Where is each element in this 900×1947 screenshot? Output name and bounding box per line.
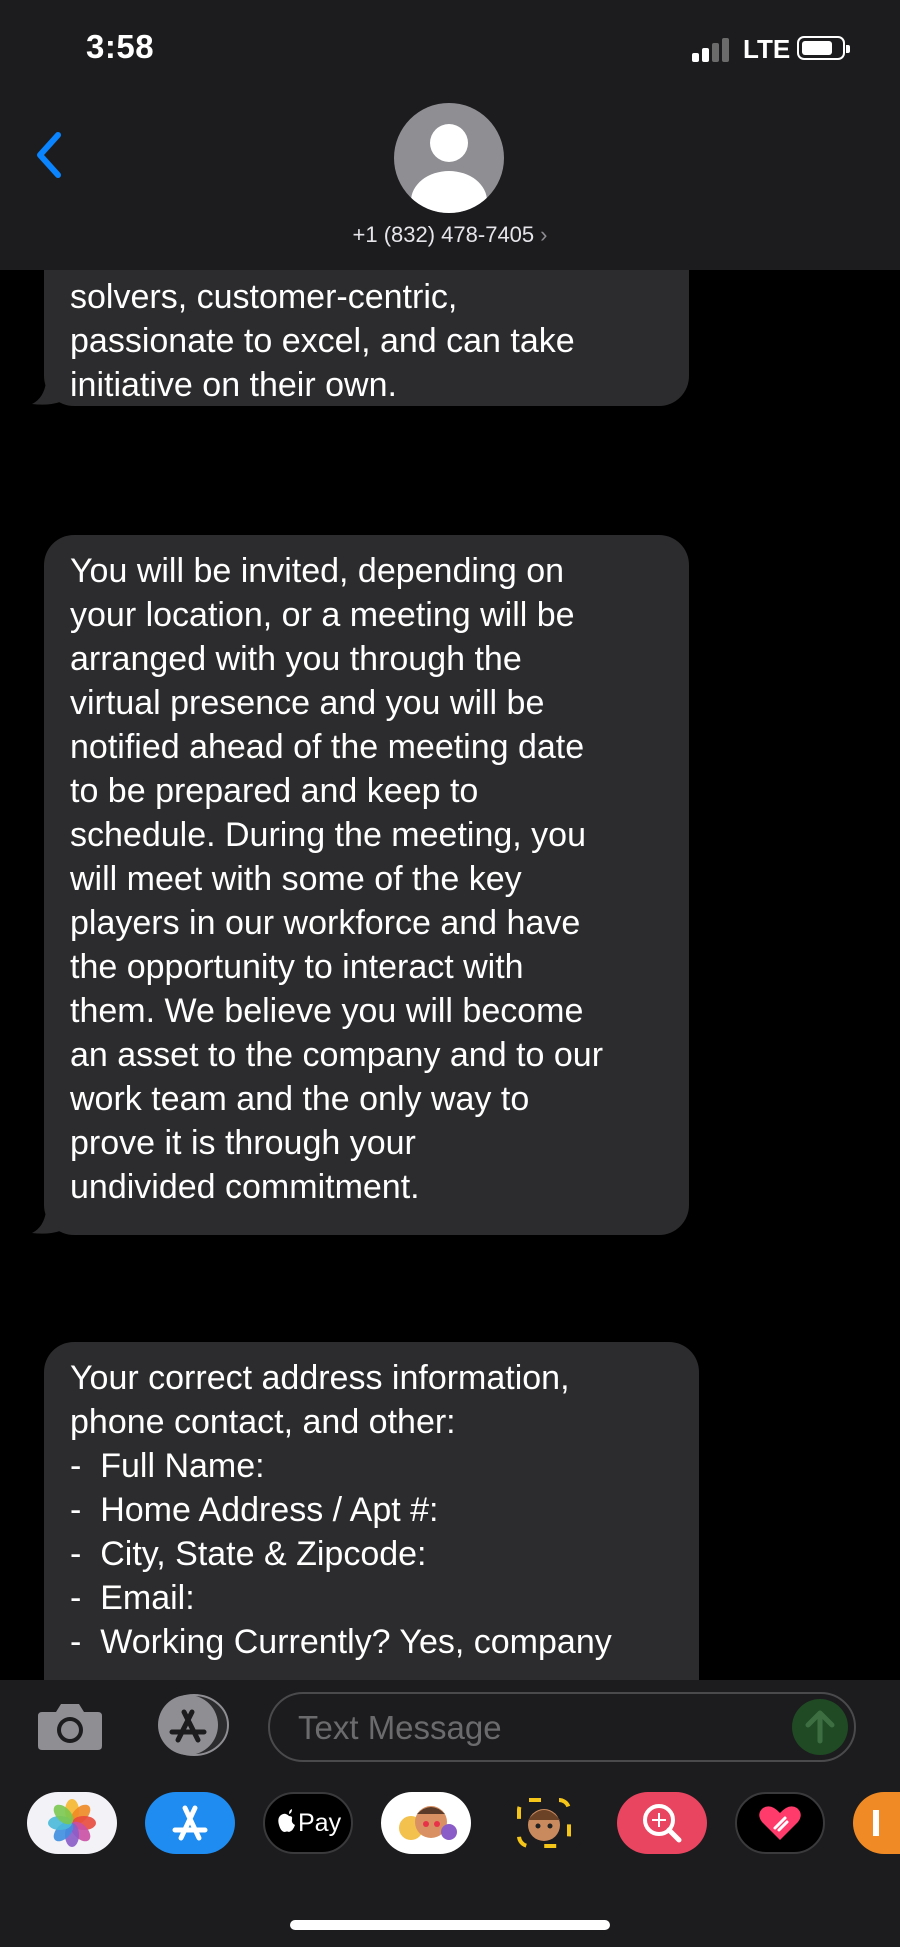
message-line: prove it is through your — [70, 1124, 416, 1162]
back-button[interactable] — [30, 129, 70, 181]
image-search-app-icon — [643, 1804, 682, 1843]
camera-icon — [38, 1704, 102, 1750]
message-line: You will be invited, depending on — [70, 552, 565, 590]
message-line: them. We believe you will become — [70, 992, 584, 1030]
message-input-placeholder: Text Message — [298, 1709, 502, 1746]
message-line: schedule. During the meeting, you — [70, 816, 586, 854]
cellular-signal-icon — [692, 38, 732, 62]
conversation-header: +1 (832) 478-7405 › — [0, 95, 900, 271]
camera-button[interactable] — [36, 1700, 104, 1752]
message-list[interactable]: solvers, customer-centric, passionate to… — [0, 270, 900, 1680]
bubble-tail — [32, 382, 60, 405]
message-line: passionate to excel, and can take — [70, 322, 575, 360]
message-line: work team and the only way to — [70, 1080, 530, 1118]
battery-icon — [797, 36, 850, 60]
message-line: players in our workforce and have — [70, 904, 581, 942]
message-line: - City, State & Zipcode: — [70, 1535, 427, 1573]
message-bubble[interactable]: You will be invited, depending on your l… — [44, 535, 689, 1235]
message-line: - Email: — [70, 1579, 195, 1617]
digital-touch-app-icon — [759, 1806, 801, 1840]
app-store-app-icon — [172, 1805, 208, 1841]
message-line: - Working Currently? Yes, company — [70, 1623, 612, 1661]
home-indicator[interactable] — [290, 1920, 610, 1930]
memoji-app-icon — [517, 1798, 571, 1848]
status-bar: 3:58 LTE — [0, 0, 900, 95]
message-line: solvers, customer-centric, — [70, 278, 458, 316]
network-type: LTE — [743, 34, 791, 64]
memoji-stickers-app-button[interactable] — [381, 1792, 471, 1854]
status-time: 3:58 — [86, 28, 155, 65]
message-input[interactable]: Text Message — [268, 1692, 856, 1762]
chevron-right-icon: › — [540, 222, 548, 247]
bubble-tail — [32, 1211, 60, 1234]
message-line: initiative on their own. — [70, 366, 397, 404]
arrow-up-icon — [805, 1710, 835, 1744]
message-line: the opportunity to interact with — [70, 948, 524, 986]
photos-app-button[interactable] — [27, 1792, 117, 1854]
app-store-icon — [158, 1694, 229, 1756]
message-line: virtual presence and you will be — [70, 684, 545, 722]
apple-pay-label: Pay — [298, 1809, 342, 1837]
message-line: - Home Address / Apt #: — [70, 1491, 439, 1529]
chevron-left-icon — [37, 132, 61, 178]
message-line: your location, or a meeting will be — [70, 596, 575, 634]
message-line: will meet with some of the key — [70, 860, 522, 898]
message-line: Your correct address information, — [70, 1359, 570, 1397]
message-line: undivided commitment. — [70, 1168, 420, 1206]
contact-avatar[interactable] — [394, 103, 504, 213]
partial-app-icon — [873, 1810, 879, 1836]
photos-app-icon — [48, 1799, 96, 1847]
app-drawer: Pay — [0, 1775, 900, 1947]
apple-pay-app-button[interactable]: Pay — [263, 1792, 353, 1854]
message-line: - Full Name: — [70, 1447, 265, 1485]
person-silhouette-icon — [411, 124, 487, 213]
message-line: phone contact, and other: — [70, 1403, 456, 1441]
memoji-stickers-app-icon — [399, 1806, 457, 1840]
apps-button[interactable] — [150, 1694, 230, 1756]
image-search-app-button[interactable] — [617, 1792, 707, 1854]
message-composer: Text Message — [0, 1680, 900, 1775]
message-bubble[interactable]: Your correct address information, phone … — [44, 1342, 699, 1680]
message-line: arranged with you through the — [70, 640, 522, 678]
message-line: notified ahead of the meeting date — [70, 728, 585, 766]
app-store-app-button[interactable] — [145, 1792, 235, 1854]
message-bubble[interactable]: solvers, customer-centric, passionate to… — [44, 270, 689, 406]
digital-touch-app-button[interactable] — [735, 1792, 825, 1854]
contact-name: +1 (832) 478-7405 — [352, 222, 535, 247]
memoji-app-button[interactable] — [499, 1792, 589, 1854]
message-line: an asset to the company and to our — [70, 1036, 604, 1074]
send-button[interactable] — [792, 1699, 848, 1755]
contact-name-button[interactable]: +1 (832) 478-7405 › — [0, 222, 900, 248]
message-line: to be prepared and keep to — [70, 772, 479, 810]
partial-app-button[interactable] — [853, 1792, 900, 1854]
